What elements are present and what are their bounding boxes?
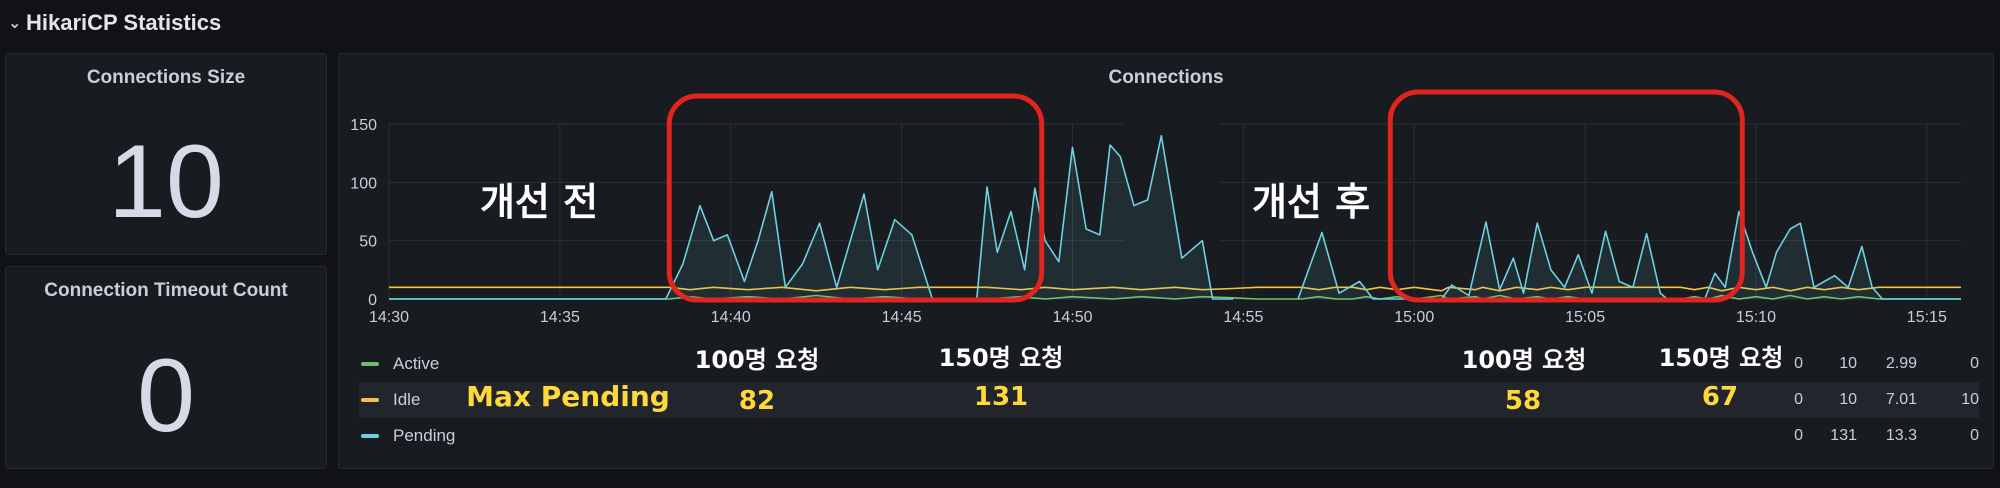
annotation-max-131: 131 [973, 382, 1029, 412]
x-tick-label: 14:55 [1223, 309, 1263, 326]
legend-swatch-icon [361, 362, 379, 366]
annotation-max-58: 58 [1504, 386, 1542, 416]
legend-mean: 13.3 [1885, 427, 1917, 444]
y-tick-label: 0 [368, 292, 377, 309]
annotation-request-150-after: 150명 요청 [1658, 344, 1784, 372]
annotation-before: 개선 전 [479, 180, 599, 224]
legend-swatch-icon [361, 398, 379, 402]
x-tick-label: 14:50 [1052, 309, 1092, 326]
legend-last: 10 [1961, 391, 1979, 408]
legend-name: Active [393, 354, 440, 373]
x-tick-label: 15:15 [1907, 309, 1947, 326]
legend-max: 131 [1830, 427, 1857, 444]
chevron-down-icon[interactable]: ⌄ [8, 13, 21, 33]
annotation-max-pending: Max Pending [466, 380, 670, 413]
x-tick-label: 14:45 [882, 309, 922, 326]
timeseries-panel-connections[interactable]: Connections 0 50 100 150 14:30 14:35 14:40 14:4… [338, 53, 1994, 469]
y-tick-label: 150 [350, 117, 377, 134]
stat-panel-connections-size[interactable]: Connections Size 10 [5, 53, 327, 255]
legend-row-pending[interactable]: Pending 0 131 13.3 0 [359, 418, 1979, 454]
y-tick-label: 50 [359, 234, 377, 251]
series-area-pending [389, 191, 933, 299]
stat-panel-connection-timeout-count[interactable]: Connection Timeout Count 0 [5, 266, 327, 469]
legend-min: 0 [1794, 391, 1803, 408]
x-tick-label: 14:30 [369, 309, 409, 326]
x-tick-label: 15:05 [1565, 309, 1605, 326]
row-header[interactable]: ⌄ HikariCP Statistics [8, 6, 221, 40]
x-tick-label: 15:00 [1394, 309, 1434, 326]
annotation-max-82: 82 [738, 386, 776, 416]
annotation-request-150-before: 150명 요청 [938, 344, 1064, 372]
legend-mean: 7.01 [1885, 391, 1917, 408]
legend-last: 0 [1970, 355, 1979, 372]
y-tick-label: 100 [350, 175, 377, 192]
stat-value: 0 [137, 338, 195, 454]
legend-name: Pending [393, 426, 456, 445]
x-tick-label: 15:10 [1736, 309, 1776, 326]
stat-value: 10 [108, 124, 224, 240]
row-title: HikariCP Statistics [26, 10, 222, 35]
annotation-max-67: 67 [1701, 382, 1739, 412]
legend-last: 0 [1970, 427, 1979, 444]
legend-name: Idle [393, 390, 421, 409]
panel-title: Connection Timeout Count [44, 280, 288, 301]
legend-swatch-icon [361, 434, 379, 438]
panel-title: Connections Size [86, 67, 246, 88]
annotation-request-100-after: 100명 요청 [1461, 346, 1587, 374]
legend-max: 10 [1839, 391, 1857, 408]
legend-mean: 2.99 [1885, 355, 1917, 372]
highlight-box-after [1387, 89, 1745, 303]
x-tick-label: 14:35 [540, 309, 580, 326]
annotation-request-100-before: 100명 요청 [694, 346, 820, 374]
annotation-after: 개선 후 [1251, 180, 1371, 224]
x-tick-label: 14:40 [711, 309, 751, 326]
legend-min: 0 [1794, 427, 1803, 444]
legend-max: 10 [1839, 355, 1857, 372]
